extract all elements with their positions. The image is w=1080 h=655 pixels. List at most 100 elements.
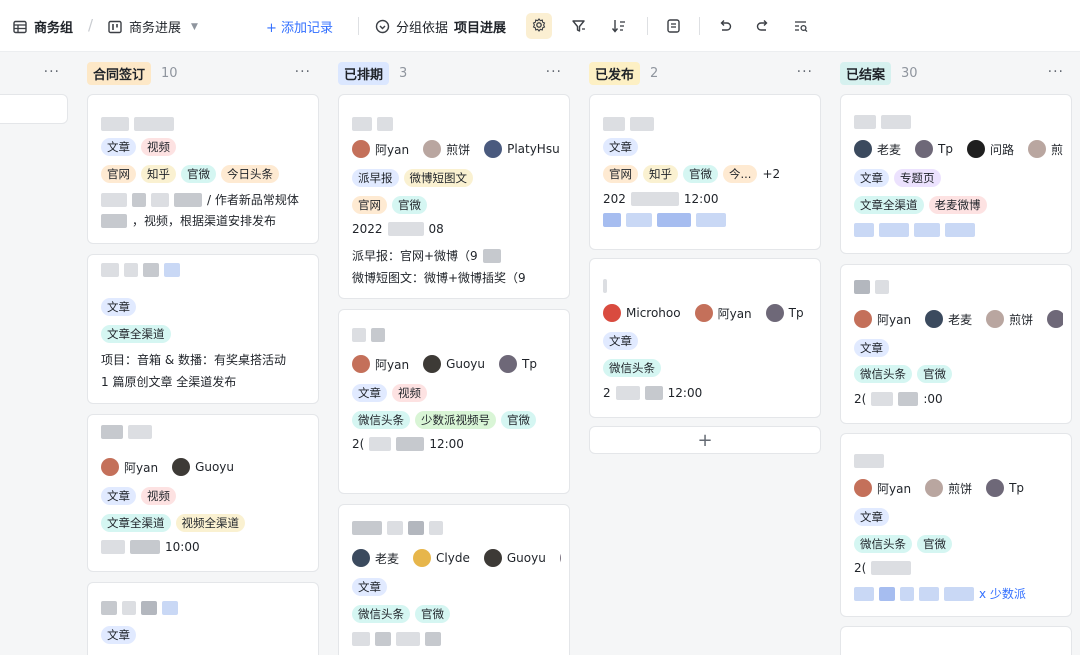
person: 阿yan <box>352 140 409 158</box>
note-text: / 作者新品常规体 <box>207 193 299 207</box>
column-header: 已结案 30 ··· <box>840 60 1072 86</box>
card[interactable]: 阿yan 煎饼 PlatyHsu 派早报 微博短图文 官网 官微 2022 08… <box>338 94 570 299</box>
add-record-label: + 添加记录 <box>266 21 334 36</box>
link-row <box>603 213 812 227</box>
card-title <box>352 117 561 131</box>
tag-row: 微信头条 <box>603 359 812 377</box>
card[interactable] <box>840 626 1072 655</box>
date-text: 202 <box>603 192 626 206</box>
more-icon[interactable]: ··· <box>1048 64 1064 80</box>
more-icon[interactable]: ··· <box>44 64 60 80</box>
card[interactable]: 文章 官网 知乎 官微 今... +2 202 12:00 <box>589 94 821 250</box>
tag-row: 文章 <box>101 626 310 644</box>
avatar <box>694 304 713 322</box>
toolbar-divider <box>699 17 700 35</box>
search-list-icon[interactable] <box>793 18 809 37</box>
person: Guoyu <box>172 458 234 476</box>
avatar <box>352 140 370 158</box>
card-title <box>352 328 561 342</box>
person: 煎 <box>1027 140 1063 158</box>
breadcrumb-slash: / <box>88 16 94 34</box>
note-text: 1 篇原创文章 全渠道发布 <box>101 375 237 389</box>
group-by-field: 项目进展 <box>454 21 507 36</box>
person: Tp <box>986 479 1024 497</box>
person-name: 老麦 <box>877 142 902 157</box>
note-text: 派早报：官网+微博（9 <box>352 249 478 263</box>
tag-row: 文章 视频 <box>101 487 310 505</box>
avatar <box>854 140 872 158</box>
column-header: 合同签订 10 ··· <box>87 60 319 86</box>
status-badge: 已排期 <box>338 61 390 85</box>
card[interactable]: 阿yan Guoyu 文章 视频 文章全渠道 视频全渠道 10:00 <box>87 414 319 572</box>
sort-icon[interactable] <box>611 18 627 37</box>
more-icon[interactable]: ··· <box>546 64 562 80</box>
tag: 官网 <box>352 196 387 214</box>
card-title <box>603 279 812 293</box>
tag-row: 微信头条 官微 <box>854 365 1063 383</box>
date-text: 10:00 <box>165 540 200 554</box>
people-row: 阿yan 老麦 煎饼 <box>854 310 1063 328</box>
person-name: 煎饼 <box>1009 312 1034 327</box>
workspace-crumb[interactable]: 商务组 <box>12 17 73 36</box>
tag: 知乎 <box>141 165 176 183</box>
column-partial: ··· <box>0 52 68 655</box>
card[interactable] <box>0 94 68 124</box>
status-badge: 已结案 <box>840 61 892 85</box>
more-icon[interactable]: ··· <box>295 64 311 80</box>
avatar <box>603 304 621 322</box>
note-text: 微博短图文：微博+微博插奖（9 <box>352 271 526 285</box>
settings-button[interactable] <box>526 13 552 39</box>
tag: 文章 <box>101 298 136 316</box>
person: Tp <box>915 140 953 158</box>
person-name: 煎饼 <box>948 481 973 496</box>
tag-row: 文章 <box>603 138 812 156</box>
card[interactable]: Microhoo 阿yan Tp 文章 微信头条 2 12:00 <box>589 258 821 418</box>
people-row: 老麦 Clyde Guoyu <box>352 549 561 567</box>
date-row <box>352 632 561 646</box>
tag: 视频 <box>392 384 427 402</box>
card[interactable]: 老麦 Clyde Guoyu 文章 微信头条 官微 <box>338 504 570 655</box>
card-title <box>854 115 1063 129</box>
group-by-button[interactable]: 分组依据 项目进展 <box>374 17 506 36</box>
tag-row: 文章全渠道 <box>101 325 310 343</box>
tag: 文章 <box>603 332 638 350</box>
person-name: 问路 <box>989 142 1014 157</box>
date-text: 2 <box>603 386 611 400</box>
add-record-button[interactable]: + 添加记录 <box>266 17 333 36</box>
avatar <box>1047 310 1063 328</box>
card[interactable]: 文章 文章全渠道 项目：音箱 & 数播：有奖桌搭活动 1 篇原创文章 全渠道发布 <box>87 254 319 404</box>
tag: 官网 <box>603 165 638 183</box>
card[interactable]: 阿yan 煎饼 Tp 文章 微信头条 官微 2( x 少数派 <box>840 433 1072 617</box>
person-name: 老麦 <box>375 551 400 566</box>
redo-icon[interactable] <box>755 18 771 37</box>
people-row: 阿yan Guoyu Tp <box>352 355 561 373</box>
tag: 微博短图文 <box>403 169 473 187</box>
kanban-icon <box>107 19 123 35</box>
tag: 微信头条 <box>352 605 410 623</box>
card[interactable]: 文章 <box>87 582 319 655</box>
add-card-button[interactable]: + <box>589 426 821 454</box>
more-icon[interactable]: ··· <box>797 64 813 80</box>
card[interactable]: 阿yan Guoyu Tp 文章 视频 微信头条 少数派视频号 官微 2( 12… <box>338 309 570 494</box>
card-style-icon[interactable] <box>666 18 682 37</box>
card[interactable]: 文章 视频 官网 知乎 官微 今日头条 / 作者新品常规体 ，视频，根据渠道安排… <box>87 94 319 244</box>
filter-icon[interactable] <box>571 18 587 37</box>
avatar <box>854 310 872 328</box>
person-name: 阿yan <box>717 306 752 321</box>
card[interactable]: 阿yan 老麦 煎饼 文章 微信头条 官微 2( :00 <box>840 264 1072 424</box>
avatar <box>413 549 432 567</box>
person-name: 老麦 <box>948 312 973 327</box>
source-link[interactable]: x 少数派 <box>979 585 1026 602</box>
people-row: 阿yan Guoyu <box>101 458 310 476</box>
column-header: 已排期 3 ··· <box>338 60 570 86</box>
caret-down-icon: ▼ <box>191 21 198 32</box>
tag: 少数派视频号 <box>415 411 496 429</box>
person-name: 阿yan <box>877 481 912 496</box>
card[interactable]: 老麦 Tp 问路 煎 文章 专题页 文章全渠道 老麦微博 <box>840 94 1072 254</box>
view-selector[interactable]: 商务进展 ▼ <box>107 17 198 36</box>
person-name: Microhoo <box>626 306 681 320</box>
person-name: 阿yan <box>375 357 410 372</box>
undo-icon[interactable] <box>717 18 733 37</box>
avatar <box>352 549 370 567</box>
tag: 今日头条 <box>221 165 279 183</box>
